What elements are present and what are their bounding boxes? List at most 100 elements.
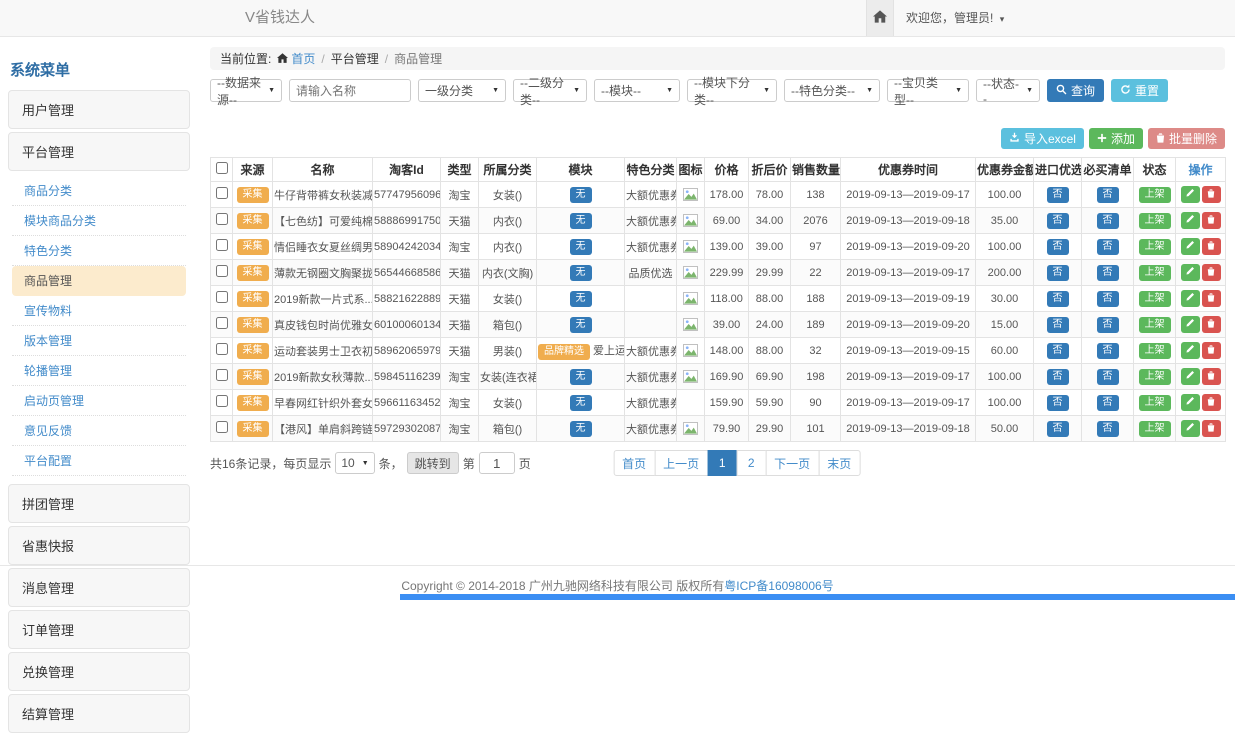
import-select-toggle[interactable]: 否	[1047, 265, 1069, 281]
jump-button[interactable]: 跳转到	[407, 452, 459, 474]
delete-button[interactable]	[1202, 368, 1221, 385]
edit-button[interactable]	[1181, 316, 1200, 333]
sidebar-item[interactable]: 消息管理	[8, 568, 190, 607]
edit-button[interactable]	[1181, 420, 1200, 437]
status-badge[interactable]: 上架	[1139, 421, 1171, 437]
sidebar-subitem[interactable]: 商品管理	[12, 266, 186, 296]
delete-button[interactable]	[1202, 212, 1221, 229]
delete-button[interactable]	[1202, 316, 1221, 333]
status-badge[interactable]: 上架	[1139, 317, 1171, 333]
import-select-toggle[interactable]: 否	[1047, 239, 1069, 255]
must-buy-toggle[interactable]: 否	[1097, 395, 1119, 411]
sidebar-subitem[interactable]: 模块商品分类	[12, 206, 186, 236]
sidebar-item[interactable]: 省惠快报	[8, 526, 190, 565]
edit-button[interactable]	[1181, 264, 1200, 281]
row-checkbox[interactable]	[216, 317, 228, 329]
sidebar-item-user-mgmt[interactable]: 用户管理	[8, 90, 190, 129]
jump-page-input[interactable]	[479, 452, 515, 474]
must-buy-toggle[interactable]: 否	[1097, 265, 1119, 281]
select-all-checkbox[interactable]	[216, 162, 228, 174]
user-menu[interactable]: 欢迎您，管理员! ▾	[906, 0, 1004, 37]
delete-button[interactable]	[1202, 290, 1221, 307]
import-select-toggle[interactable]: 否	[1047, 213, 1069, 229]
filter-select-item-type[interactable]: --宝贝类型--▼	[887, 79, 969, 102]
sidebar-subitem[interactable]: 宣传物料	[12, 296, 186, 326]
must-buy-toggle[interactable]: 否	[1097, 421, 1119, 437]
status-badge[interactable]: 上架	[1139, 213, 1171, 229]
must-buy-toggle[interactable]: 否	[1097, 291, 1119, 307]
delete-button[interactable]	[1202, 186, 1221, 203]
edit-button[interactable]	[1181, 212, 1200, 229]
page-button[interactable]: 首页	[613, 450, 655, 476]
status-badge[interactable]: 上架	[1139, 343, 1171, 359]
import-select-toggle[interactable]: 否	[1047, 187, 1069, 203]
delete-button[interactable]	[1202, 394, 1221, 411]
status-badge[interactable]: 上架	[1139, 187, 1171, 203]
edit-button[interactable]	[1181, 342, 1200, 359]
batch-delete-button[interactable]: 批量删除	[1148, 128, 1225, 149]
delete-button[interactable]	[1202, 342, 1221, 359]
edit-button[interactable]	[1181, 238, 1200, 255]
name-search-input[interactable]	[289, 79, 411, 102]
reset-button[interactable]: 重置	[1111, 79, 1168, 102]
page-button[interactable]: 1	[707, 450, 737, 476]
row-checkbox[interactable]	[216, 343, 228, 355]
row-checkbox[interactable]	[216, 291, 228, 303]
delete-button[interactable]	[1202, 264, 1221, 281]
breadcrumb-item-platform[interactable]: 平台管理	[331, 50, 379, 67]
sidebar-subitem[interactable]: 启动页管理	[12, 386, 186, 416]
page-button[interactable]: 下一页	[765, 450, 819, 476]
filter-select-module-subcategory[interactable]: --模块下分类--▼	[687, 79, 777, 102]
query-button[interactable]: 查询	[1047, 79, 1104, 102]
row-checkbox[interactable]	[216, 239, 228, 251]
must-buy-toggle[interactable]: 否	[1097, 317, 1119, 333]
per-page-select[interactable]: 10 ▼	[335, 452, 374, 474]
edit-button[interactable]	[1181, 290, 1200, 307]
sidebar-subitem[interactable]: 版本管理	[12, 326, 186, 356]
sidebar-item-platform-mgmt[interactable]: 平台管理	[8, 132, 190, 171]
import-select-toggle[interactable]: 否	[1047, 395, 1069, 411]
row-checkbox[interactable]	[216, 265, 228, 277]
edit-button[interactable]	[1181, 368, 1200, 385]
breadcrumb-home-link[interactable]: 首页	[277, 50, 315, 67]
sidebar-item[interactable]: 结算管理	[8, 694, 190, 733]
sidebar-item[interactable]: 拼团管理	[8, 484, 190, 523]
import-select-toggle[interactable]: 否	[1047, 291, 1069, 307]
sidebar-item[interactable]: 订单管理	[8, 610, 190, 649]
home-button[interactable]	[866, 0, 894, 36]
status-badge[interactable]: 上架	[1139, 395, 1171, 411]
must-buy-toggle[interactable]: 否	[1097, 369, 1119, 385]
status-badge[interactable]: 上架	[1139, 265, 1171, 281]
filter-select-level2-category[interactable]: --二级分类--▼	[513, 79, 587, 102]
add-button[interactable]: 添加	[1089, 128, 1143, 149]
icp-link[interactable]: 粤ICP备16098006号	[724, 579, 833, 593]
must-buy-toggle[interactable]: 否	[1097, 213, 1119, 229]
import-select-toggle[interactable]: 否	[1047, 317, 1069, 333]
page-button[interactable]: 2	[736, 450, 766, 476]
import-excel-button[interactable]: 导入excel	[1001, 128, 1084, 149]
bottom-scrollbar[interactable]	[400, 594, 1235, 600]
sidebar-subitem[interactable]: 轮播管理	[12, 356, 186, 386]
sidebar-subitem[interactable]: 平台配置	[12, 446, 186, 476]
row-checkbox[interactable]	[216, 213, 228, 225]
import-select-toggle[interactable]: 否	[1047, 421, 1069, 437]
sidebar-subitem[interactable]: 特色分类	[12, 236, 186, 266]
filter-select-data-source[interactable]: --数据来源--▼	[210, 79, 282, 102]
delete-button[interactable]	[1202, 420, 1221, 437]
sidebar-subitem[interactable]: 意见反馈	[12, 416, 186, 446]
import-select-toggle[interactable]: 否	[1047, 343, 1069, 359]
status-badge[interactable]: 上架	[1139, 291, 1171, 307]
sidebar-item[interactable]: 兑换管理	[8, 652, 190, 691]
page-button[interactable]: 末页	[818, 450, 860, 476]
row-checkbox[interactable]	[216, 421, 228, 433]
must-buy-toggle[interactable]: 否	[1097, 187, 1119, 203]
edit-button[interactable]	[1181, 186, 1200, 203]
sidebar-subitem[interactable]: 商品分类	[12, 176, 186, 206]
import-select-toggle[interactable]: 否	[1047, 369, 1069, 385]
filter-select-module[interactable]: --模块--▼	[594, 79, 680, 102]
filter-select-status[interactable]: --状态--▼	[976, 79, 1040, 102]
edit-button[interactable]	[1181, 394, 1200, 411]
filter-select-level1-category[interactable]: 一级分类▼	[418, 79, 506, 102]
delete-button[interactable]	[1202, 238, 1221, 255]
filter-select-special-category[interactable]: --特色分类--▼	[784, 79, 880, 102]
